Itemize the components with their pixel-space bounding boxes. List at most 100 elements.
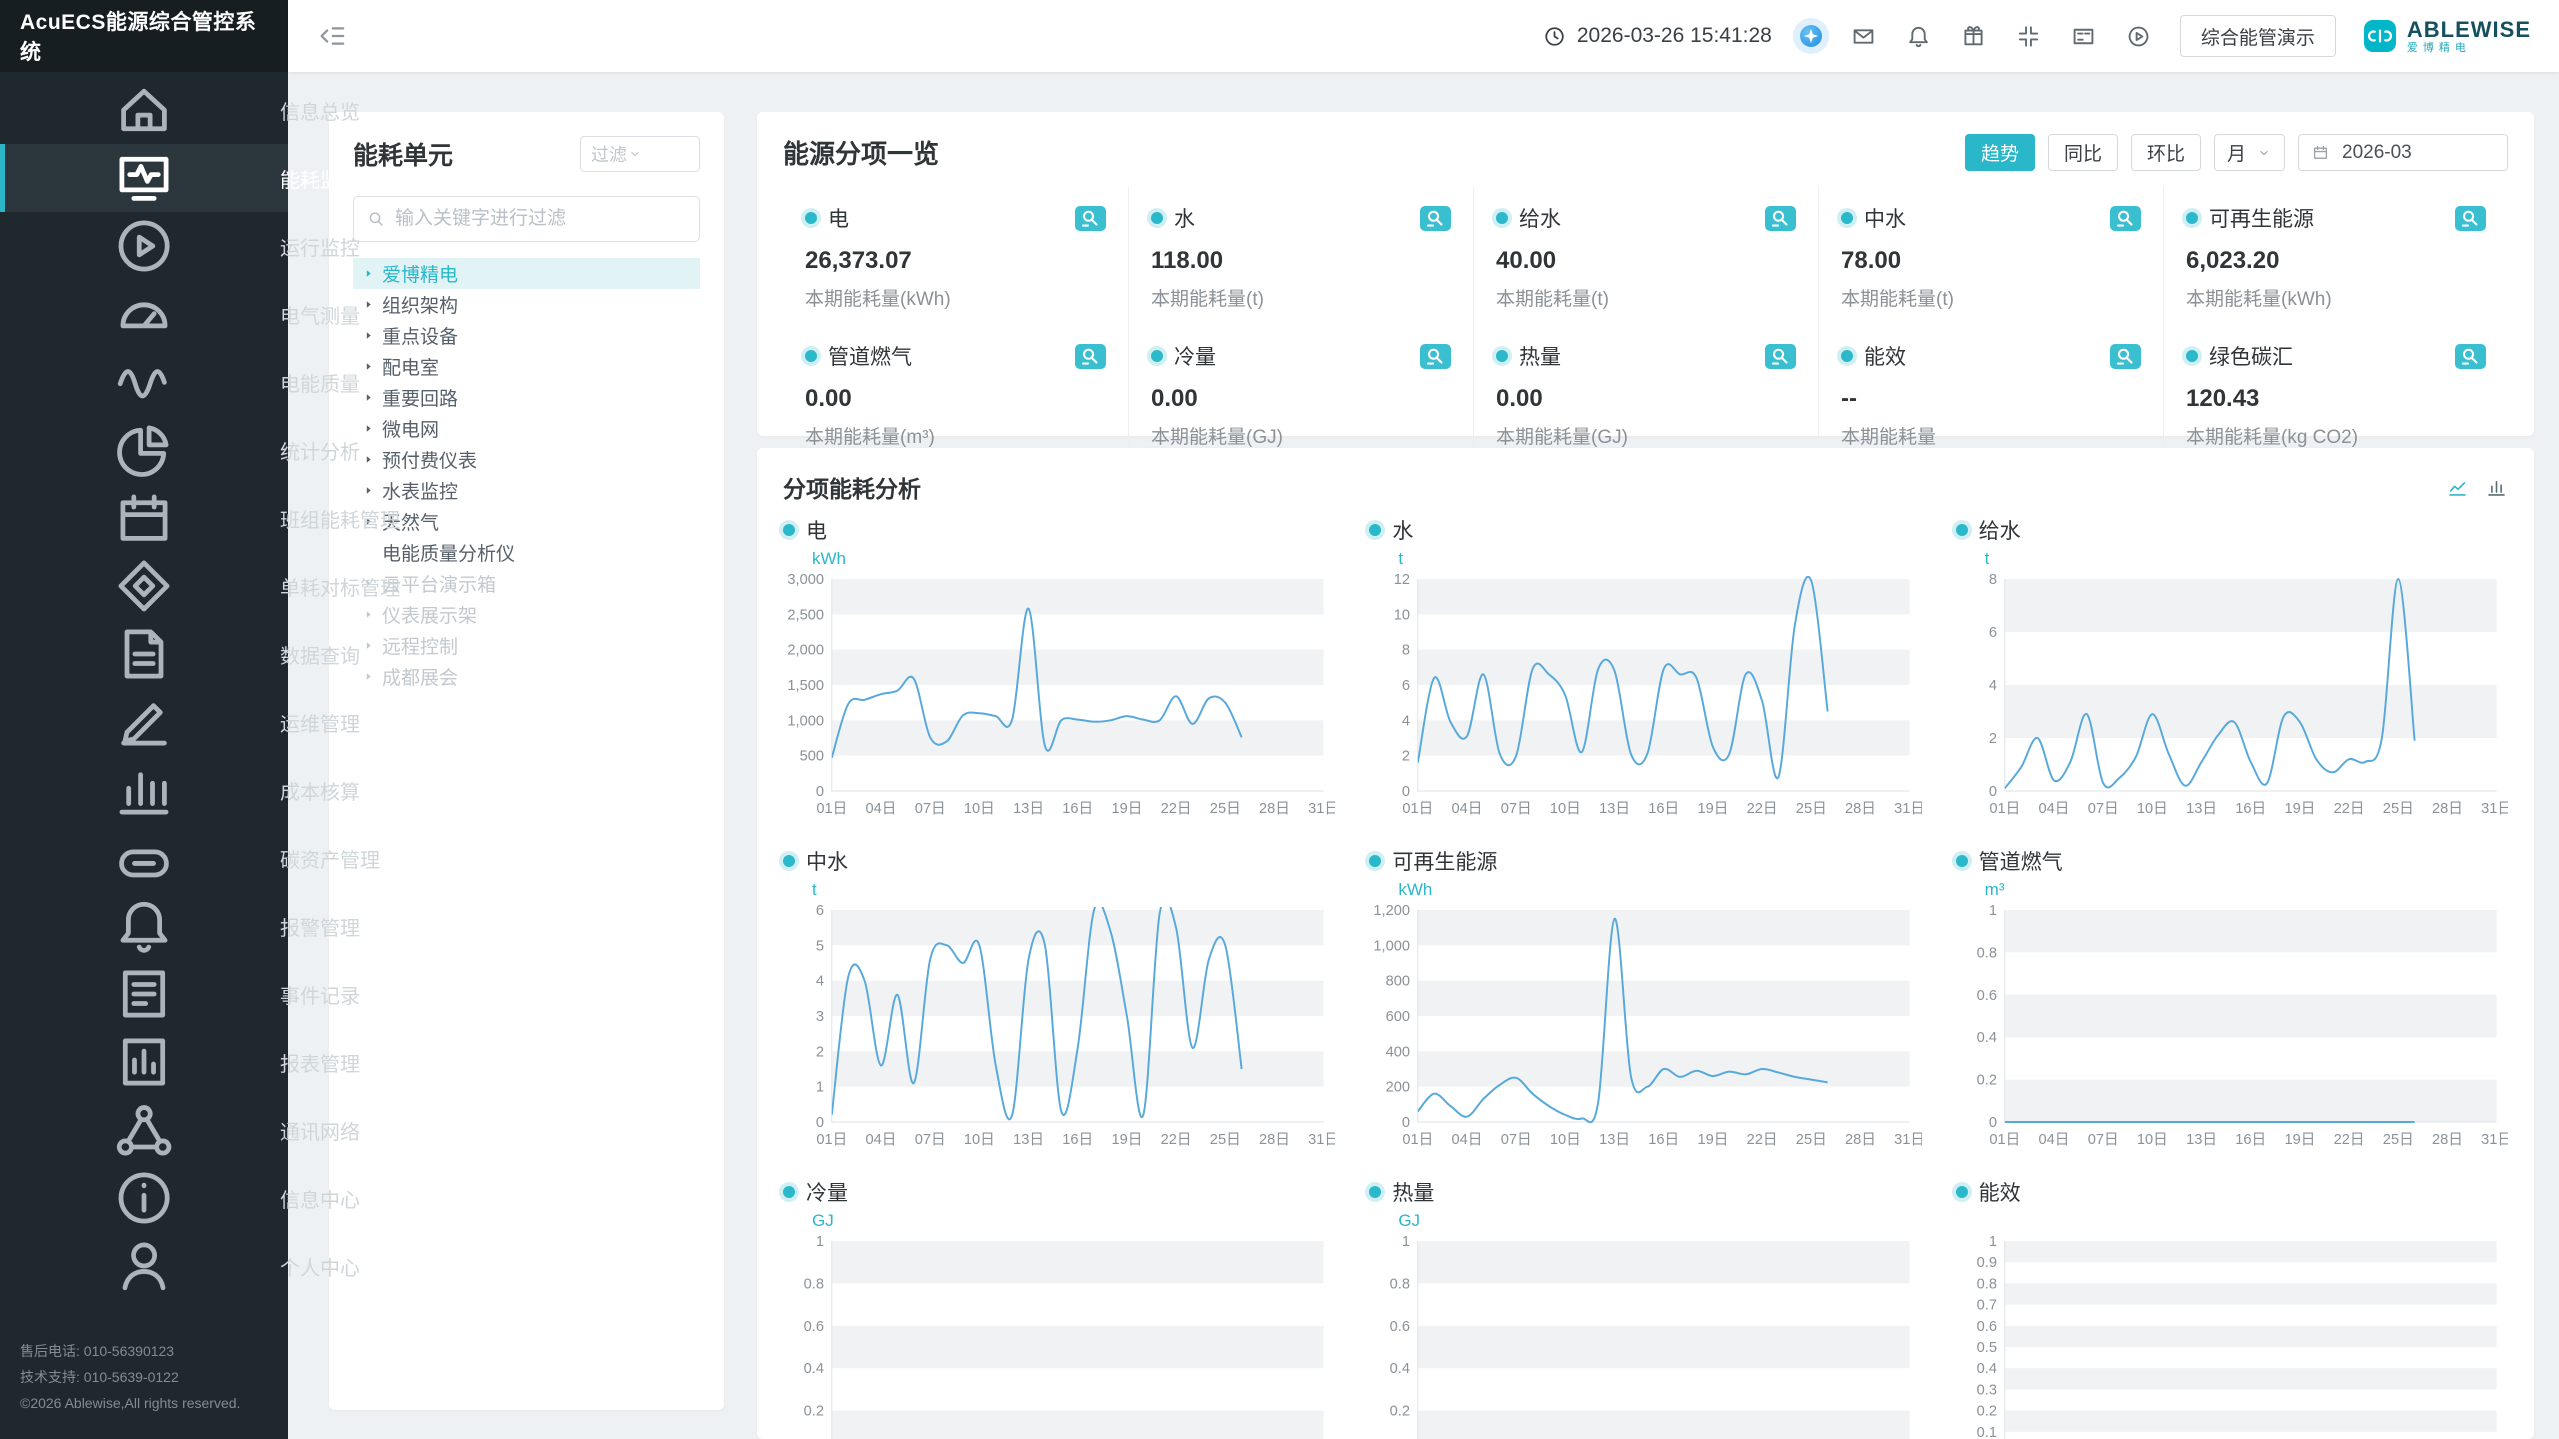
tree-item-label: 组织架构 [382,291,458,318]
card-detail-button[interactable] [1075,344,1106,369]
sidebar-item-2[interactable]: 能耗监测 [0,144,288,212]
footer-support-line: 技术支持: 010-5639-0122 [20,1365,268,1391]
sidebar-item-14[interactable]: 事件记录 [0,960,288,1028]
mail-icon[interactable] [1850,23,1877,50]
sidebar-item-16[interactable]: 通讯网络 [0,1096,288,1164]
tree-item-10[interactable]: 电能质量分析仪 [353,537,700,568]
tree-item-12[interactable]: 仪表展示架 [353,599,700,630]
tree-item-8[interactable]: 水表监控 [353,475,700,506]
tree-item-9[interactable]: 天然气 [353,506,700,537]
energy-card-6: 管道燃气0.00本期能耗量(m³) [783,325,1128,463]
calendar-icon [2311,143,2330,162]
svg-text:13日: 13日 [1599,801,1630,817]
svg-text:13日: 13日 [1599,1132,1630,1148]
tree-item-4[interactable]: 配电室 [353,351,700,382]
card-icon [2070,23,2097,50]
mom-button[interactable]: 环比 [2131,134,2201,171]
svg-text:28日: 28日 [1259,1132,1290,1148]
sidebar-item-11[interactable]: 成本核算 [0,756,288,824]
energy-dot-icon [1956,855,1968,867]
tree-item-label: 重要回路 [382,384,458,411]
tree-item-2[interactable]: 组织架构 [353,289,700,320]
sidebar-item-6[interactable]: 统计分析 [0,416,288,484]
chart-title: 冷量 [806,1177,848,1207]
line-chart-mode-icon[interactable] [2446,476,2469,499]
sidebar-item-5[interactable]: 电能质量 [0,348,288,416]
sidebar-item-15[interactable]: 报表管理 [0,1028,288,1096]
tree-item-5[interactable]: 重要回路 [353,382,700,413]
svg-text:28日: 28日 [1845,1132,1876,1148]
svg-text:01日: 01日 [816,801,847,817]
caret-right-icon [360,420,377,437]
sidebar-item-10[interactable]: 运维管理 [0,688,288,756]
sidebar-item-8[interactable]: 单耗对标管理 [0,552,288,620]
chart-plot-电: 05001,0001,5002,0002,5003,00001日04日07日10… [783,571,1335,821]
svg-text:19日: 19日 [1698,801,1729,817]
sidebar-item-17[interactable]: 信息中心 [0,1164,288,1232]
play-circle-icon[interactable] [2125,23,2152,50]
energy-dot-icon [1956,524,1968,536]
shrink-icon[interactable] [2015,23,2042,50]
svg-text:0.7: 0.7 [1976,1297,1996,1313]
period-select[interactable]: 月 [2214,134,2285,171]
chart-cell-给水: 给水t0246801日04日07日10日13日16日19日22日25日28日31… [1956,516,2508,821]
energy-monitor-icon [24,144,264,212]
filter-select[interactable]: 过滤 [580,136,700,172]
svg-text:04日: 04日 [2038,801,2069,817]
card-detail-button[interactable] [1075,206,1106,231]
sidebar-item-3[interactable]: 运行监控 [0,212,288,280]
sidebar-item-1[interactable]: 信息总览 [0,76,288,144]
chart-cell-电: 电kWh05001,0001,5002,0002,5003,00001日04日0… [783,516,1335,821]
card-detail-button[interactable] [2455,206,2486,231]
sidebar-item-7[interactable]: 班组能耗管理 [0,484,288,552]
svg-text:13日: 13日 [1013,801,1044,817]
tree-item-14[interactable]: 成都展会 [353,661,700,692]
search-icon [366,209,386,229]
demo-button[interactable]: 综合能管演示 [2180,15,2336,57]
trend-button[interactable]: 趋势 [1965,134,2035,171]
yoy-button[interactable]: 同比 [2048,134,2118,171]
tree-item-7[interactable]: 预付费仪表 [353,444,700,475]
card-detail-button[interactable] [1765,206,1796,231]
sidebar-item-9[interactable]: 数据查询 [0,620,288,688]
sidebar-item-label: 电气测量 [280,300,360,329]
card-label: 本期能耗量(m³) [805,422,1106,449]
magnifier-badge-icon [1075,206,1106,231]
svg-text:2: 2 [816,1044,824,1060]
card-detail-button[interactable] [1420,206,1451,231]
search-icon [366,209,386,229]
gift-icon[interactable] [1960,23,1987,50]
magnifier-badge-icon [1765,206,1796,231]
sidebar-item-label: 统计分析 [280,436,360,465]
sidebar-item-4[interactable]: 电气测量 [0,280,288,348]
sidebar-item-label: 数据查询 [280,640,360,669]
card-detail-button[interactable] [2110,344,2141,369]
tree-item-13[interactable]: 远程控制 [353,630,700,661]
tree-item-1[interactable]: 爱博精电 [353,258,700,289]
tree-item-3[interactable]: 重点设备 [353,320,700,351]
card-detail-button[interactable] [1420,344,1451,369]
sidebar-item-12[interactable]: 碳资产管理 [0,824,288,892]
tree-item-6[interactable]: 微电网 [353,413,700,444]
calendar-icon [24,484,264,552]
ai-assistant-button[interactable] [1800,25,1822,47]
bar-chart-mode-icon[interactable] [2485,476,2508,499]
collapse-sidebar-icon[interactable] [316,20,348,52]
card-detail-button[interactable] [1765,344,1796,369]
sidebar-item-label: 班组能耗管理 [280,504,400,533]
card-detail-button[interactable] [2110,206,2141,231]
calendar-icon [2311,143,2330,162]
date-picker[interactable]: 2026-03 [2298,134,2508,171]
tree-item-11[interactable]: 云平台演示箱 [353,568,700,599]
card-detail-button[interactable] [2455,344,2486,369]
bell-icon[interactable] [1905,23,1932,50]
chart-cell-管道燃气: 管道燃气m³00.20.40.60.8101日04日07日10日13日16日19… [1956,847,2508,1152]
svg-text:22日: 22日 [2333,1132,2364,1148]
sidebar-item-18[interactable]: 个人中心 [0,1232,288,1300]
caret-right-icon [360,389,377,406]
card-icon[interactable] [2070,23,2097,50]
caret-right-icon [360,296,377,313]
tree-search-input[interactable] [395,208,687,230]
sidebar-item-13[interactable]: 报警管理 [0,892,288,960]
chart-plot-管道燃气: 00.20.40.60.8101日04日07日10日13日16日19日22日25… [1956,902,2508,1152]
